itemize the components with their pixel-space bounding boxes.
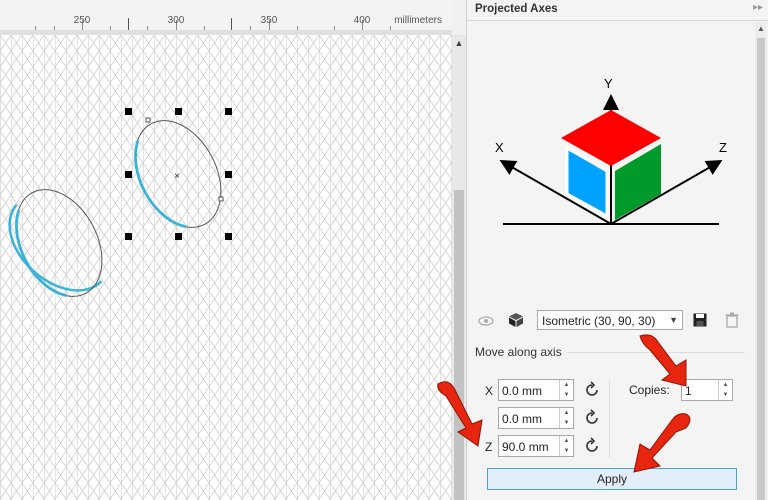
chevron-down-icon[interactable]: ▼	[669, 315, 678, 325]
spinner-arrows[interactable]: ▲ ▼	[718, 380, 732, 400]
y-axis-label: Y	[604, 76, 613, 91]
ruler-label: 300	[167, 15, 185, 26]
selection-handle[interactable]	[225, 233, 232, 240]
y-field-value: 0.0 mm	[502, 412, 543, 426]
isometric-grid: ×	[0, 35, 452, 500]
reset-icon[interactable]	[583, 437, 601, 455]
spinner-arrows[interactable]: ▲ ▼	[559, 380, 573, 400]
ruler-position-marker	[128, 18, 129, 30]
node-handle[interactable]	[218, 196, 224, 202]
preset-value: Isometric (30, 90, 30)	[542, 314, 656, 328]
scrollbar-thumb[interactable]	[454, 190, 464, 500]
spinner-arrows[interactable]: ▲ ▼	[559, 408, 573, 428]
horizontal-ruler: 250 300 350 400 millimeters	[0, 0, 452, 31]
copies-label: Copies:	[629, 383, 670, 397]
save-preset-icon[interactable]	[691, 311, 709, 329]
ruler-unit: millimeters	[394, 15, 442, 26]
projected-axes-docker: Projected Axes ▸▸ ▲ Y X Z Isometric (30,…	[466, 0, 768, 500]
x-field-value: 0.0 mm	[502, 384, 543, 398]
z-field-label: Z	[485, 440, 493, 454]
preset-dropdown[interactable]: Isometric (30, 90, 30) ▼	[537, 310, 683, 330]
canvas-vertical-scrollbar[interactable]: ▲	[452, 35, 466, 500]
selection-handle[interactable]	[125, 108, 132, 115]
reset-icon[interactable]	[583, 381, 601, 399]
divider	[567, 352, 745, 353]
docker-scrollbar[interactable]: ▲	[755, 22, 767, 500]
ruler-position-marker	[231, 18, 232, 30]
copies-field[interactable]: 1 ▲ ▼	[681, 379, 733, 401]
selection-handle[interactable]	[125, 171, 132, 178]
z-axis-label: Z	[719, 140, 727, 155]
x-axis-label: X	[495, 140, 504, 155]
center-marker: ×	[174, 171, 180, 182]
eye-icon[interactable]	[477, 312, 495, 330]
apply-button[interactable]: Apply	[487, 468, 737, 490]
y-field[interactable]: 0.0 mm ▲ ▼	[498, 407, 574, 429]
scroll-up-icon[interactable]: ▲	[755, 22, 767, 36]
delete-preset-icon[interactable]	[723, 311, 741, 329]
selection-handle[interactable]	[175, 108, 182, 115]
ruler-label: 400	[353, 15, 371, 26]
ruler-label: 350	[260, 15, 278, 26]
ruler-label: 250	[73, 15, 91, 26]
x-field[interactable]: 0.0 mm ▲ ▼	[498, 379, 574, 401]
scroll-up-icon[interactable]: ▲	[452, 35, 466, 51]
selection-handle[interactable]	[175, 233, 182, 240]
z-field[interactable]: 90.0 mm ▲ ▼	[498, 435, 574, 457]
reset-icon[interactable]	[583, 409, 601, 427]
x-field-label: X	[485, 384, 494, 398]
double-chevron-right-icon[interactable]: ▸▸	[753, 2, 763, 13]
selection-handle[interactable]	[225, 171, 232, 178]
drawing-canvas[interactable]: ×	[0, 35, 452, 500]
copies-value: 1	[685, 384, 692, 398]
scrollbar-thumb[interactable]	[757, 38, 765, 500]
divider	[609, 380, 610, 458]
section-label: Move along axis	[475, 345, 562, 359]
z-field-value: 90.0 mm	[502, 440, 549, 454]
selection-handle[interactable]	[225, 108, 232, 115]
docker-title: Projected Axes	[475, 3, 558, 15]
node-handle[interactable]	[145, 117, 151, 123]
cube-icon[interactable]	[507, 311, 525, 329]
projected-axes-diagram: Y X Z	[495, 76, 727, 225]
selection-handle[interactable]	[125, 233, 132, 240]
spinner-arrows[interactable]: ▲ ▼	[559, 436, 573, 456]
divider	[467, 20, 768, 21]
